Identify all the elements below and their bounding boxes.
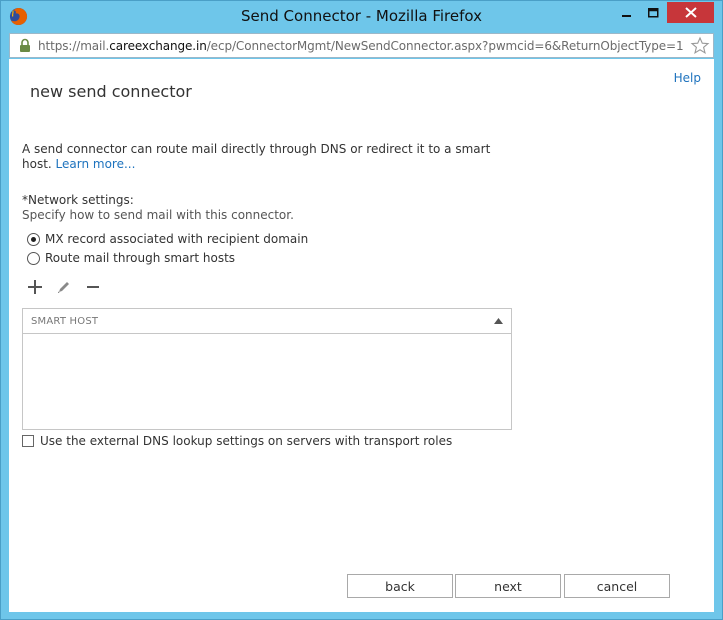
maximize-icon [647, 7, 658, 17]
browser-window: Send Connector - Mozilla Firefox https:/… [0, 0, 723, 620]
url-text[interactable]: https://mail.careexchange.in/ecp/Connect… [38, 39, 684, 53]
help-link[interactable]: Help [674, 71, 701, 85]
minimize-button[interactable] [614, 2, 640, 23]
page-title: new send connector [30, 82, 192, 101]
remove-icon [87, 286, 99, 288]
edit-button[interactable] [54, 277, 74, 297]
address-bar[interactable]: https://mail.careexchange.in/ecp/Connect… [9, 33, 714, 58]
network-settings-label: *Network settings: [22, 193, 134, 207]
close-icon [684, 7, 697, 18]
url-host: careexchange.in [109, 38, 207, 53]
smart-host-grid[interactable]: SMART HOST [22, 308, 512, 430]
bookmark-star-icon[interactable] [690, 36, 710, 56]
radio-button[interactable] [27, 251, 40, 265]
add-button[interactable] [25, 277, 45, 297]
maximize-button[interactable] [640, 2, 666, 23]
external-dns-label: Use the external DNS lookup settings on … [40, 434, 453, 448]
external-dns-option[interactable]: Use the external DNS lookup settings on … [22, 434, 452, 448]
intro-text: A send connector can route mail directly… [22, 142, 512, 172]
radio-mx-record-label: MX record associated with recipient doma… [45, 232, 309, 246]
radio-button-selected[interactable] [27, 232, 40, 246]
remove-button[interactable] [83, 277, 103, 297]
edit-icon [58, 282, 69, 293]
cancel-button[interactable]: cancel [564, 574, 670, 598]
close-button[interactable] [667, 2, 714, 23]
dialog-content: Help new send connector A send connector… [9, 59, 714, 612]
url-path: /ecp/ConnectorMgmt/NewSendConnector.aspx… [206, 38, 684, 53]
radio-smart-hosts[interactable]: Route mail through smart hosts [27, 251, 235, 265]
radio-smart-hosts-label: Route mail through smart hosts [45, 251, 236, 265]
url-prefix: https://mail. [38, 38, 110, 53]
network-settings-description: Specify how to send mail with this conne… [22, 208, 294, 222]
smart-host-toolbar [25, 277, 112, 297]
lock-icon[interactable] [18, 38, 32, 53]
learn-more-link[interactable]: Learn more... [56, 157, 136, 171]
add-icon [28, 280, 42, 294]
title-bar: Send Connector - Mozilla Firefox [1, 1, 722, 33]
sort-ascending-icon[interactable] [494, 318, 503, 324]
next-button[interactable]: next [455, 574, 561, 598]
minimize-icon [622, 14, 631, 17]
back-button[interactable]: back [347, 574, 453, 598]
grid-header[interactable]: SMART HOST [23, 309, 511, 334]
radio-mx-record[interactable]: MX record associated with recipient doma… [27, 232, 308, 246]
external-dns-checkbox[interactable] [22, 435, 34, 447]
column-smart-host[interactable]: SMART HOST [31, 316, 98, 327]
